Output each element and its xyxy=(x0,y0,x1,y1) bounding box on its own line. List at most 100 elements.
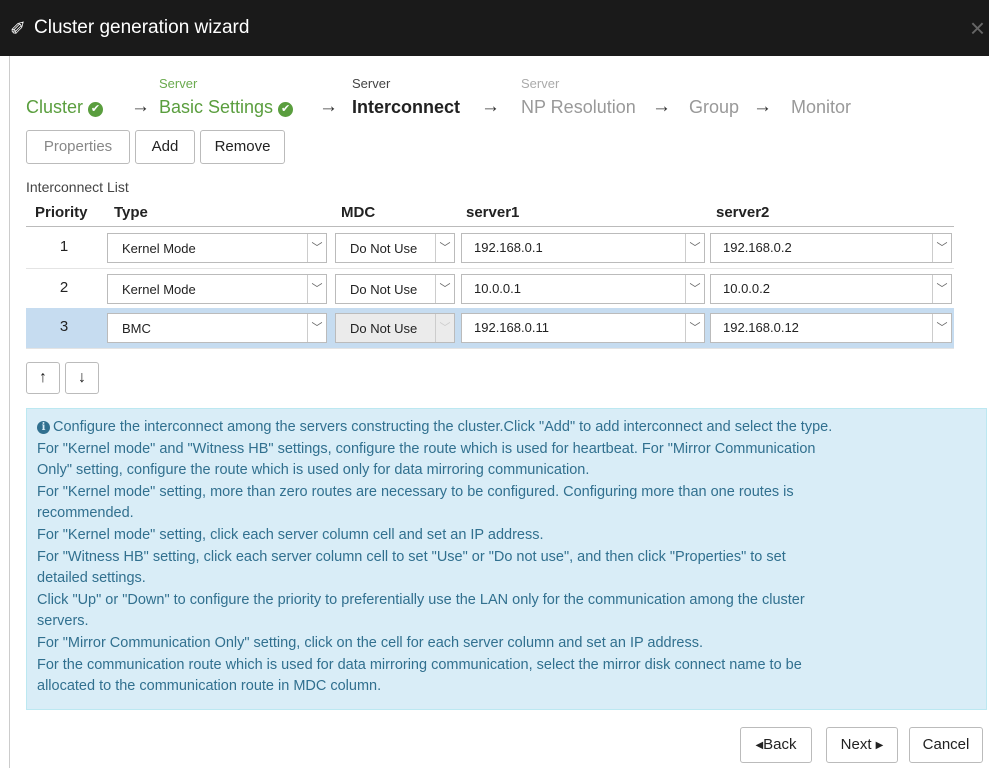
step-cluster: Cluster ✔ xyxy=(26,97,104,118)
next-button[interactable]: Next ▶ xyxy=(826,727,898,763)
mdc-value: Do Not Use xyxy=(350,321,418,336)
priority-cell: 1 xyxy=(59,238,69,255)
move-down-button[interactable]: ↓ xyxy=(65,362,99,394)
header-divider xyxy=(26,226,954,227)
info-panel: i Configure the interconnect among the se… xyxy=(26,408,987,710)
check-circle-icon: ✔ xyxy=(88,102,104,117)
server2-value: 192.168.0.2 xyxy=(723,240,792,255)
info-line: Only" setting, configure the route which… xyxy=(37,462,590,479)
type-select[interactable]: Kernel Mode ﹀ xyxy=(107,233,327,263)
step-monitor: Monitor xyxy=(791,97,852,117)
priority-cell: 3 xyxy=(59,318,69,335)
title-bar: ✐ Cluster generation wizard × xyxy=(0,0,989,56)
properties-button[interactable]: Properties xyxy=(26,130,130,164)
server2-select[interactable]: 192.168.0.12 ﹀ xyxy=(710,313,952,343)
add-button[interactable]: Add xyxy=(135,130,195,164)
magic-wand-icon: ✐ xyxy=(10,19,26,40)
chevron-down-icon: ﹀ xyxy=(435,314,454,342)
step-label: Basic Settings xyxy=(159,97,274,117)
step-interconnect: Interconnect xyxy=(352,97,461,117)
info-line: servers. xyxy=(37,613,89,630)
chevron-down-icon[interactable]: ﹀ xyxy=(685,314,704,342)
info-line: For "Kernel mode" setting, more than zer… xyxy=(37,483,794,500)
arrow-right-icon: → xyxy=(753,96,772,117)
server1-value: 192.168.0.11 xyxy=(474,320,549,335)
arrow-right-icon: → xyxy=(652,96,671,117)
info-circle-icon: i xyxy=(37,421,50,434)
arrow-up-icon: ↑ xyxy=(39,369,47,386)
type-select[interactable]: Kernel Mode ﹀ xyxy=(107,274,327,304)
mdc-value: Do Not Use xyxy=(350,282,418,297)
server2-select[interactable]: 192.168.0.2 ﹀ xyxy=(710,233,952,263)
step-group: Group xyxy=(689,97,740,117)
info-line: recommended. xyxy=(37,505,134,522)
check-circle-icon: ✔ xyxy=(278,102,294,117)
mdc-select[interactable]: Do Not Use ﹀ xyxy=(335,274,455,304)
server2-select[interactable]: 10.0.0.2 ﹀ xyxy=(710,274,952,304)
step-sublabel: Server xyxy=(159,76,198,91)
server1-value: 192.168.0.1 xyxy=(474,240,543,255)
info-line: allocated to the communication route in … xyxy=(37,678,382,695)
back-button[interactable]: ◀Back xyxy=(740,727,812,763)
server1-value: 10.0.0.1 xyxy=(474,281,521,296)
priority-cell: 2 xyxy=(59,279,69,296)
chevron-down-icon[interactable]: ﹀ xyxy=(307,314,326,342)
info-line: detailed settings. xyxy=(37,570,146,587)
server2-value: 192.168.0.12 xyxy=(723,320,799,335)
step-sublabel: Server xyxy=(521,76,560,91)
remove-button[interactable]: Remove xyxy=(200,130,285,164)
info-line: For the communication route which is use… xyxy=(37,656,802,673)
table-row[interactable]: 2 Kernel Mode ﹀ Do Not Use ﹀ 10.0.0.1 ﹀ 10.… xyxy=(26,269,954,310)
info-line: For "Mirror Communication Only" setting,… xyxy=(37,634,704,651)
mdc-select: Do Not Use ﹀ xyxy=(335,313,455,343)
type-value: Kernel Mode xyxy=(122,282,196,297)
close-icon[interactable]: × xyxy=(970,13,985,44)
info-line: For "Kernel mode" setting, click each se… xyxy=(37,526,544,543)
step-sublabel: Server xyxy=(352,76,391,91)
chevron-down-icon[interactable]: ﹀ xyxy=(932,275,951,303)
move-up-button[interactable]: ↑ xyxy=(26,362,60,394)
arrow-right-icon: → xyxy=(319,96,338,117)
type-value: Kernel Mode xyxy=(122,241,196,256)
info-text: Configure the interconnect among the ser… xyxy=(53,419,833,435)
column-header-priority[interactable]: Priority xyxy=(35,204,88,221)
cancel-button[interactable]: Cancel xyxy=(909,727,983,763)
server1-select[interactable]: 10.0.0.1 ﹀ xyxy=(461,274,705,304)
back-label: Back xyxy=(763,736,797,753)
chevron-down-icon[interactable]: ﹀ xyxy=(307,234,326,262)
mdc-select[interactable]: Do Not Use ﹀ xyxy=(335,233,455,263)
chevron-down-icon[interactable]: ﹀ xyxy=(307,275,326,303)
caret-right-icon: ▶ xyxy=(875,740,884,751)
info-line: i Configure the interconnect among the se… xyxy=(37,417,976,439)
window-title: Cluster generation wizard xyxy=(34,17,250,38)
chevron-down-icon[interactable]: ﹀ xyxy=(435,275,454,303)
step-np-resolution: NP Resolution xyxy=(521,97,636,117)
step-label: Cluster xyxy=(26,97,84,117)
column-header-type[interactable]: Type xyxy=(114,204,148,221)
table-row[interactable]: 1 Kernel Mode ﹀ Do Not Use ﹀ 192.168.0.1 ﹀ … xyxy=(26,228,954,269)
chevron-down-icon[interactable]: ﹀ xyxy=(685,275,704,303)
server1-select[interactable]: 192.168.0.11 ﹀ xyxy=(461,313,705,343)
arrow-right-icon: → xyxy=(481,96,500,117)
column-header-server1[interactable]: server1 xyxy=(466,204,519,221)
table-row-selected[interactable]: 3 BMC ﹀ Do Not Use ﹀ 192.168.0.11 ﹀ 192.168… xyxy=(26,308,954,349)
arrow-down-icon: ↓ xyxy=(78,369,86,386)
next-label: Next xyxy=(840,736,872,753)
chevron-down-icon[interactable]: ﹀ xyxy=(435,234,454,262)
step-basic-settings: Basic Settings ✔ xyxy=(159,97,294,118)
type-value: BMC xyxy=(122,321,151,336)
chevron-down-icon[interactable]: ﹀ xyxy=(932,314,951,342)
chevron-down-icon[interactable]: ﹀ xyxy=(932,234,951,262)
info-line: For "Witness HB" setting, click each ser… xyxy=(37,548,786,565)
type-select[interactable]: BMC ﹀ xyxy=(107,313,327,343)
column-header-server2[interactable]: server2 xyxy=(716,204,769,221)
server1-select[interactable]: 192.168.0.1 ﹀ xyxy=(461,233,705,263)
mdc-value: Do Not Use xyxy=(350,241,418,256)
column-header-mdc[interactable]: MDC xyxy=(341,204,375,221)
server2-value: 10.0.0.2 xyxy=(723,281,770,296)
info-line: For "Kernel mode" and "Witness HB" setti… xyxy=(37,440,816,457)
chevron-down-icon[interactable]: ﹀ xyxy=(685,234,704,262)
info-line: Click "Up" or "Down" to configure the pr… xyxy=(37,591,805,608)
arrow-right-icon: → xyxy=(131,96,150,117)
interconnect-list-label: Interconnect List xyxy=(26,179,129,195)
